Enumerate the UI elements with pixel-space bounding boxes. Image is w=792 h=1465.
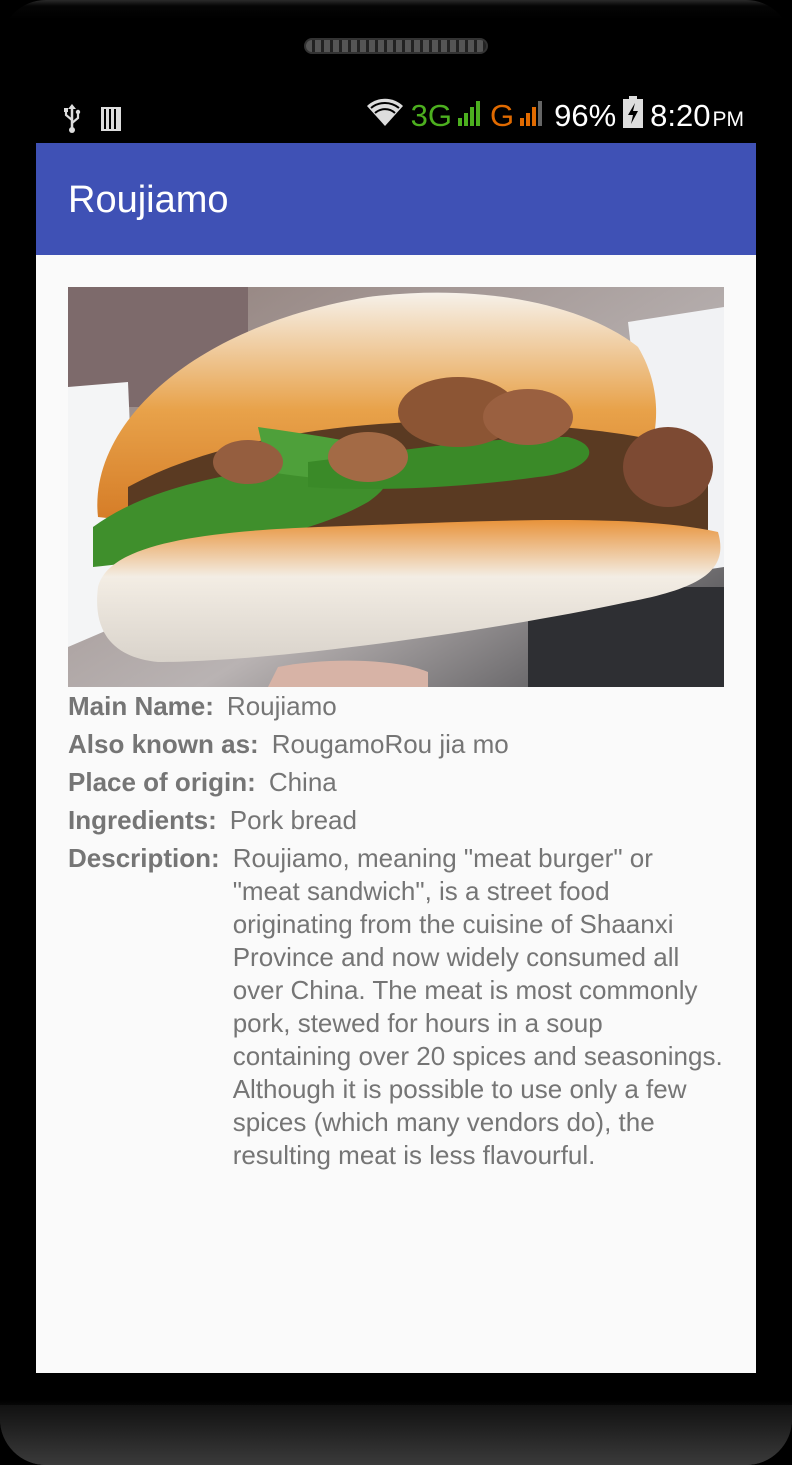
network-g-label: G — [489, 98, 515, 133]
signal-g-icon — [520, 98, 548, 134]
ingredients-row: Ingredients: Pork bread — [68, 804, 724, 836]
bottom-bezel — [0, 1405, 792, 1465]
origin-label: Place of origin: — [68, 767, 256, 797]
battery-charging-icon — [622, 96, 644, 136]
main-name-value: Roujiamo — [226, 691, 337, 721]
clock-ampm: PM — [712, 108, 745, 131]
usb-icon — [62, 104, 82, 139]
page-title: Roujiamo — [68, 179, 229, 221]
main-name-label: Main Name: — [68, 691, 214, 721]
battery-percent: 96% — [554, 98, 617, 133]
storage-icon — [100, 106, 122, 137]
app-toolbar: Roujiamo — [36, 143, 756, 255]
aka-label: Also known as: — [68, 729, 259, 759]
aka-value: RougamoRou jia mo — [271, 729, 509, 759]
food-details: Main Name: Roujiamo Also known as: Rouga… — [68, 690, 724, 1178]
origin-row: Place of origin: China — [68, 766, 724, 798]
detail-content[interactable]: Main Name: Roujiamo Also known as: Rouga… — [36, 255, 756, 1373]
main-name-row: Main Name: Roujiamo — [68, 690, 724, 722]
phone-frame: 3G G 96% 8:20PM Roujiamo Main Name: Rouj… — [0, 0, 792, 1465]
signal-3g-icon — [457, 98, 484, 134]
clock-time: 8:20 — [650, 98, 711, 133]
status-bar: 3G G 96% 8:20PM — [36, 94, 756, 144]
wifi-icon — [365, 96, 405, 136]
clock: 8:20PM — [650, 98, 744, 134]
food-photo — [68, 287, 724, 687]
speaker-grille — [304, 38, 488, 54]
description-label: Description: — [68, 843, 220, 873]
aka-row: Also known as: RougamoRou jia mo — [68, 728, 724, 760]
origin-value: China — [268, 767, 337, 797]
network-3g-label: 3G — [410, 98, 452, 133]
description-row: Description: Roujiamo, meaning "meat bur… — [68, 842, 724, 1172]
ingredients-value: Pork bread — [229, 805, 357, 835]
description-value: Roujiamo, meaning "meat burger" or "meat… — [232, 843, 723, 1170]
ingredients-label: Ingredients: — [68, 805, 217, 835]
